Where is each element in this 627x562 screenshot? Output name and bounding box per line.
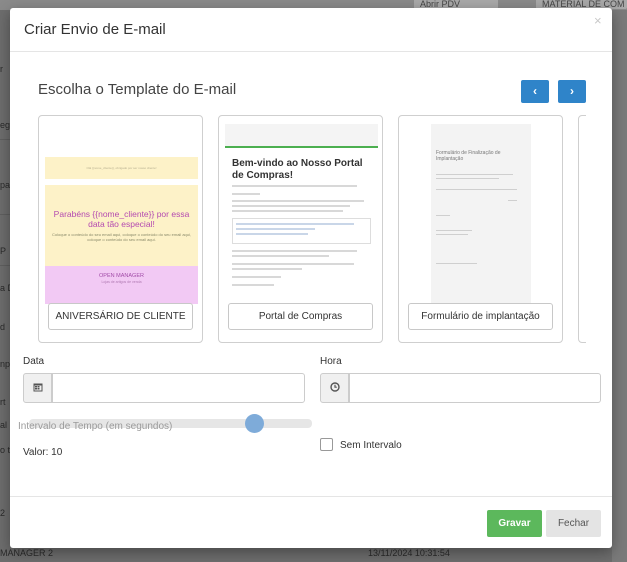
- preview-header-band: Olá {{nome_cliente}}, obrigado por ser n…: [45, 157, 198, 179]
- preview-text-line: [508, 200, 517, 201]
- template-preview-implantacao: Formulário de Finalização de Implantação: [405, 124, 558, 304]
- background-fragment: r: [0, 64, 3, 74]
- time-input[interactable]: [349, 373, 601, 403]
- interval-slider-handle[interactable]: [245, 414, 265, 433]
- modal-title: Criar Envio de E-mail: [24, 21, 166, 38]
- template-card-next[interactable]: [578, 115, 586, 343]
- no-interval-label: Sem Intervalo: [340, 440, 402, 451]
- preview-text-line: [236, 223, 354, 225]
- carousel-next-button[interactable]: ›: [558, 80, 586, 103]
- template-preview-portal: Bem-vindo ao Nosso Portal de Compras!: [225, 124, 378, 304]
- preview-body-band: Parabéns {{nome_cliente}} por essa data …: [45, 185, 198, 266]
- background-row-date: 13/11/2024 10:31:54: [368, 548, 450, 558]
- background-fragment: d: [0, 322, 6, 332]
- preview-document: Formulário de Finalização de Implantação: [431, 124, 531, 304]
- preview-credentials-box: [232, 218, 371, 244]
- template-select-button-portal[interactable]: Portal de Compras: [228, 303, 373, 330]
- preview-footer-title: OPEN MANAGER: [99, 273, 144, 279]
- preview-text-line: [232, 200, 365, 202]
- preview-text-line: [232, 210, 344, 212]
- background-fragment: np: [0, 359, 11, 369]
- preview-headline: Parabéns {{nome_cliente}} por essa data …: [53, 209, 190, 229]
- clock-icon: [329, 382, 340, 393]
- preview-text-line: [232, 263, 355, 265]
- preview-text-line: [436, 230, 472, 231]
- preview-footer-band: OPEN MANAGER Lojas de artigos de venda: [45, 266, 198, 304]
- chevron-right-icon: ›: [570, 84, 574, 98]
- template-card-portal[interactable]: Bem-vindo ao Nosso Portal de Compras! Po…: [218, 115, 383, 343]
- preview-text-line: [436, 263, 477, 264]
- preview-text-line: [436, 174, 513, 175]
- template-card-implantacao[interactable]: Formulário de Finalização de Implantação…: [398, 115, 563, 343]
- no-interval-checkbox[interactable]: [320, 438, 333, 451]
- time-addon[interactable]: [320, 373, 349, 403]
- preview-footer-sub: Lojas de artigos de venda: [101, 280, 142, 284]
- template-carousel: Olá {{nome_cliente}}, obrigado por ser n…: [38, 115, 586, 343]
- background-right-strip: [612, 10, 627, 562]
- template-select-button-birthday[interactable]: ANIVERSÁRIO DE CLIENTE: [48, 303, 193, 330]
- close-icon[interactable]: ×: [594, 13, 602, 28]
- preview-headline: Formulário de Finalização de Implantação: [436, 150, 501, 162]
- template-card-birthday[interactable]: Olá {{nome_cliente}}, obrigado por ser n…: [38, 115, 203, 343]
- chevron-left-icon: ‹: [533, 84, 537, 98]
- preview-text-line: [232, 276, 281, 278]
- carousel-prev-button[interactable]: ‹: [521, 80, 549, 103]
- preview-text-line: [232, 268, 302, 270]
- preview-text-line: [232, 284, 274, 286]
- create-email-modal: Criar Envio de E-mail × Escolha o Templa…: [10, 8, 612, 548]
- date-addon[interactable]: [23, 373, 52, 403]
- preview-body-text: Coloque o conteúdo do seu email aqui, co…: [52, 232, 191, 242]
- preview-text-line: [436, 189, 517, 190]
- preview-header-text: Olá {{nome_cliente}}, obrigado por ser n…: [86, 166, 157, 170]
- modal-header: Criar Envio de E-mail ×: [10, 8, 612, 52]
- interval-value-text: Valor: 10: [23, 447, 63, 458]
- preview-text-line: [232, 250, 358, 252]
- template-section-title: Escolha o Template do E-mail: [38, 81, 237, 98]
- preview-text-line: [232, 185, 358, 187]
- template-select-button-implantacao[interactable]: Formulário de implantação: [408, 303, 553, 330]
- date-input[interactable]: [52, 373, 305, 403]
- time-label: Hora: [320, 356, 342, 367]
- calendar-icon: [33, 383, 42, 392]
- template-preview-birthday: Olá {{nome_cliente}}, obrigado por ser n…: [45, 124, 198, 304]
- background-fragment: al: [0, 420, 8, 430]
- preview-text-line: [232, 193, 260, 195]
- background-row-name: MANAGER 2: [0, 548, 54, 558]
- background-fragment: P: [0, 246, 7, 256]
- preview-text-line: [232, 205, 351, 207]
- preview-text-line: [232, 255, 330, 257]
- background-fragment: 2: [0, 508, 6, 518]
- background-fragment: rt: [0, 397, 6, 407]
- interval-slider-label: Intervalo de Tempo (em segundos): [18, 421, 173, 432]
- preview-text-line: [436, 178, 499, 179]
- preview-text-line: [236, 228, 315, 230]
- date-label: Data: [23, 356, 45, 367]
- close-button[interactable]: Fechar: [546, 510, 601, 537]
- modal-footer-divider: [10, 496, 612, 497]
- preview-text-line: [436, 234, 468, 235]
- preview-headline: Bem-vindo ao Nosso Portal de Compras!: [232, 158, 363, 181]
- save-button[interactable]: Gravar: [487, 510, 542, 537]
- preview-text-line: [236, 233, 309, 235]
- preview-text-line: [436, 215, 450, 216]
- preview-document: Bem-vindo ao Nosso Portal de Compras!: [225, 148, 378, 304]
